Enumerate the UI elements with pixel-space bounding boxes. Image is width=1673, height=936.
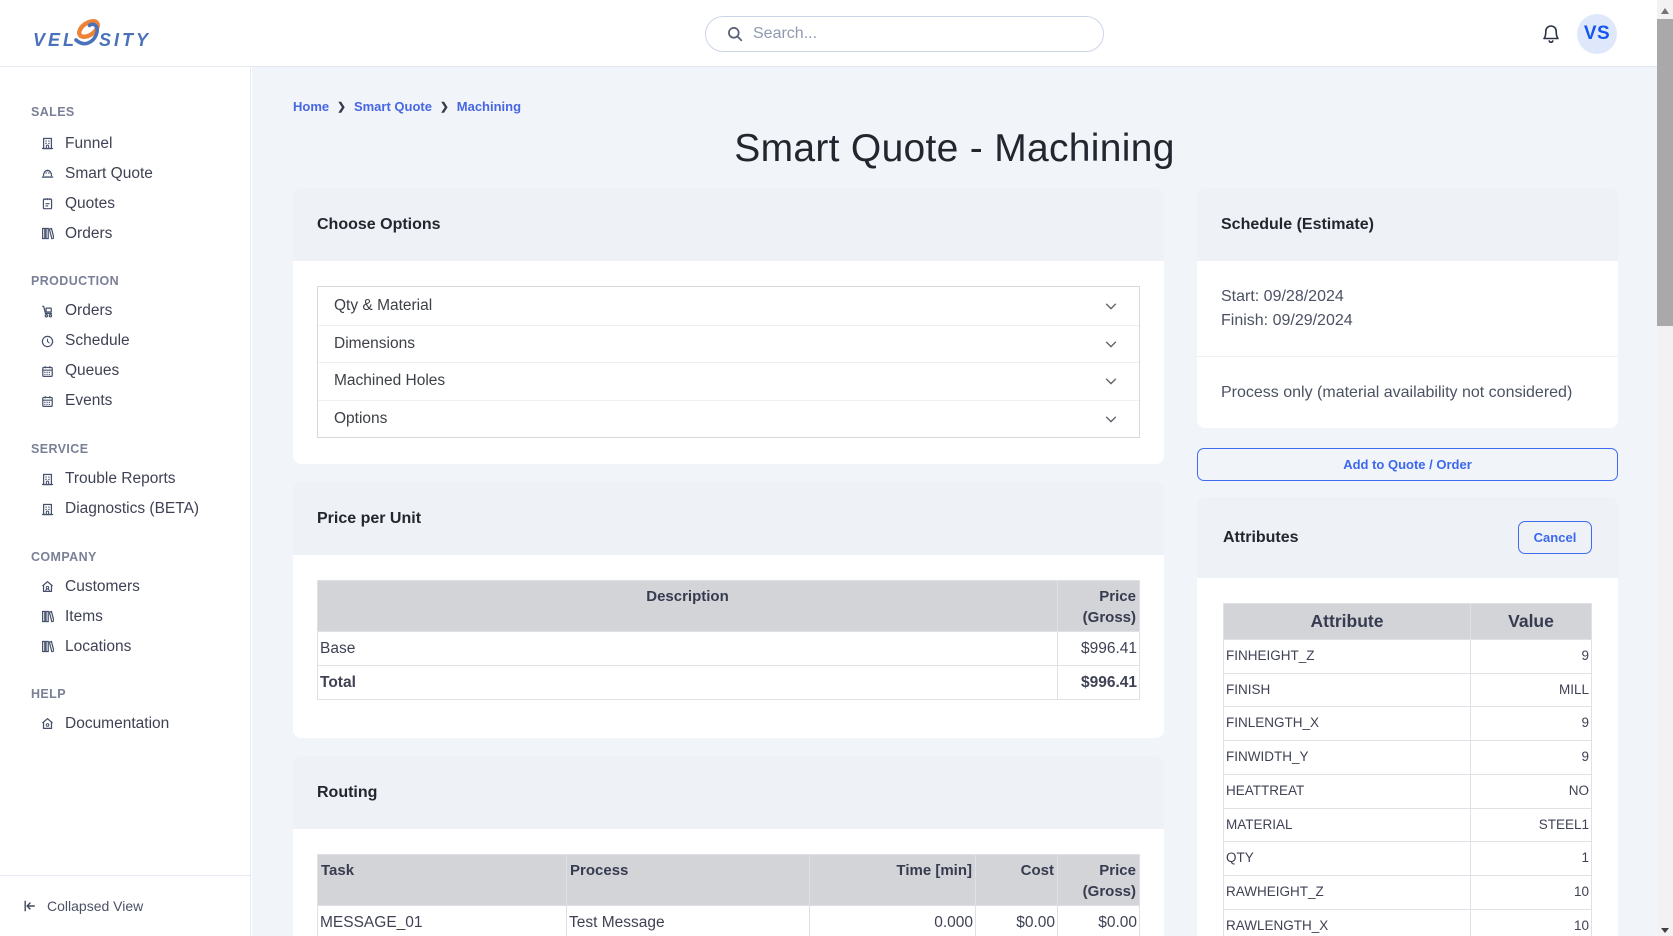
- svg-text:VEL: VEL: [33, 30, 77, 50]
- svg-text:SITY: SITY: [99, 30, 151, 50]
